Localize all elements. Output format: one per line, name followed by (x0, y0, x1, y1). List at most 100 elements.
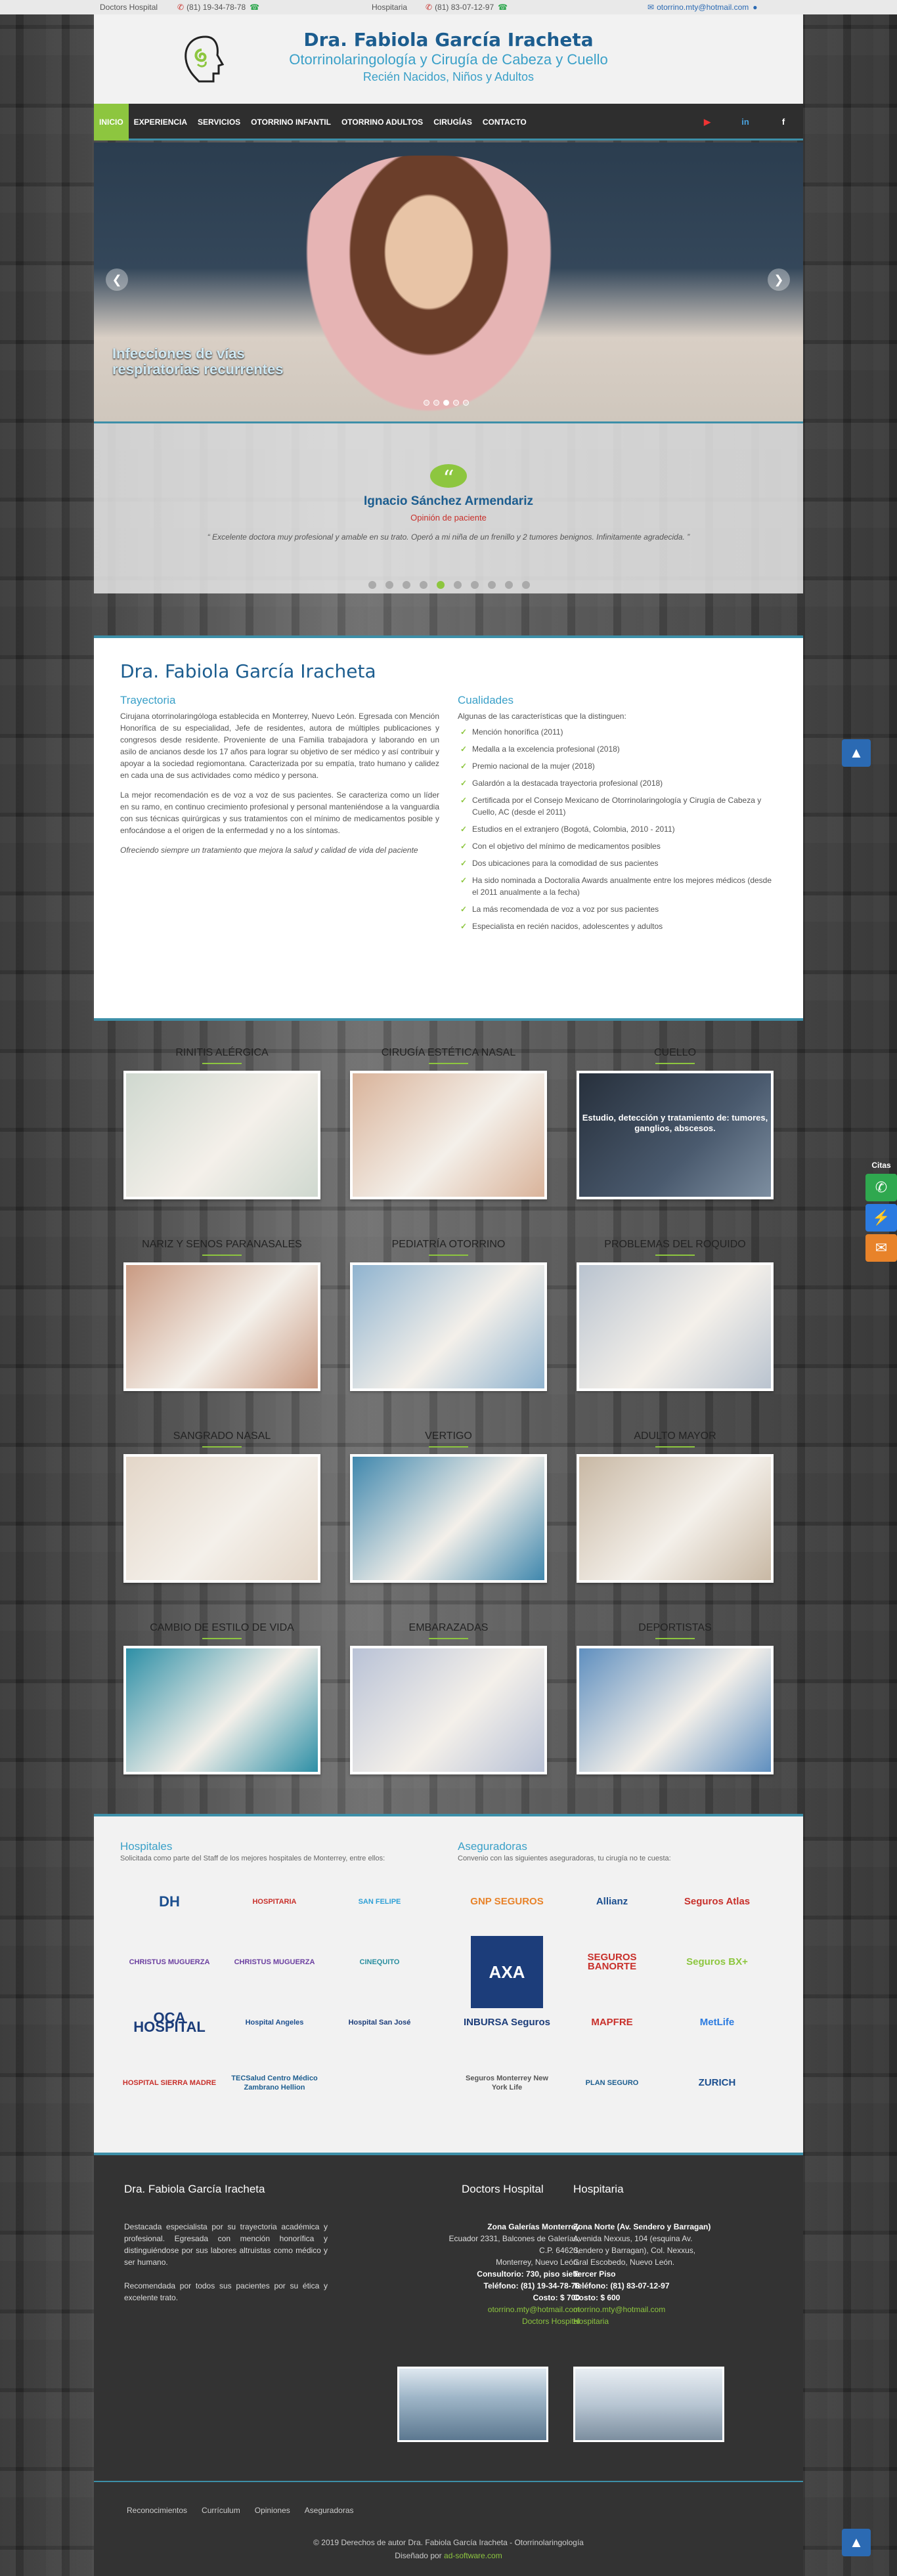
title-underline (202, 1638, 242, 1639)
service-image[interactable] (123, 1646, 320, 1774)
copyright: © 2019 Derechos de autor Dra. Fabiola Ga… (313, 2538, 584, 2560)
linkedin-icon[interactable]: in (736, 114, 755, 130)
scroll-top-button[interactable]: ▲ (842, 739, 871, 767)
service-card[interactable]: RINITIS ALÉRGICA (120, 1021, 324, 1211)
slider-dot[interactable] (443, 400, 449, 406)
nav-experiencia[interactable]: EXPERIENCIA (129, 104, 192, 140)
service-title[interactable]: EMBARAZADAS (347, 1622, 550, 1634)
logo[interactable] (179, 33, 232, 85)
service-card[interactable]: SANGRADO NASAL (120, 1404, 324, 1595)
service-card[interactable]: CAMBIO DE ESTILO DE VIDA (120, 1596, 324, 1786)
service-card[interactable]: PROBLEMAS DEL ROQUIDO (573, 1213, 777, 1403)
service-image[interactable] (577, 1262, 774, 1391)
service-image[interactable] (350, 1071, 547, 1199)
testimonial-dot[interactable] (505, 581, 513, 589)
service-title[interactable]: PROBLEMAS DEL ROQUIDO (573, 1239, 777, 1251)
nav-servicios[interactable]: SERVICIOS (192, 104, 246, 140)
service-image[interactable] (123, 1454, 320, 1583)
cualidades-intro: Algunas de las características que la di… (458, 712, 626, 721)
service-image[interactable] (577, 1646, 774, 1774)
footer-link[interactable]: Hospitaria (573, 2315, 724, 2327)
slider-dot[interactable] (453, 400, 459, 406)
footer-nav-link[interactable]: Currículum (202, 2506, 240, 2515)
testimonial-dot[interactable] (385, 581, 393, 589)
footer-link[interactable]: otorrino.mty@hotmail.com (448, 2304, 580, 2315)
service-card[interactable]: CIRUGÍA ESTÉTICA NASAL (347, 1021, 550, 1211)
service-card[interactable]: CUELLO Estudio, detección y tratamiento d… (573, 1021, 777, 1211)
service-title[interactable]: RINITIS ALÉRGICA (120, 1047, 324, 1059)
service-title[interactable]: NARIZ Y SENOS PARANASALES (120, 1239, 324, 1251)
service-title[interactable]: PEDIATRÍA OTORRINO (347, 1239, 550, 1251)
footer-nav-link[interactable]: Opiniones (255, 2506, 290, 2515)
service-title[interactable]: SANGRADO NASAL (120, 1430, 324, 1442)
quality-item: Ha sido nominada a Doctoralia Awards anu… (458, 874, 777, 898)
service-title[interactable]: CUELLO (573, 1047, 777, 1059)
about-paragraph: La mejor recomendación es de voz a voz d… (120, 790, 439, 835)
footer-link[interactable]: otorrino.mty@hotmail.com (573, 2304, 724, 2315)
top-contact-bar: Doctors Hospital ✆ (81) 19-34-78-78 ☎ Hosp… (0, 0, 897, 14)
testimonial-dot[interactable] (403, 581, 410, 589)
nav-otorrino-adultos[interactable]: OTORRINO ADULTOS (336, 104, 428, 140)
service-image[interactable] (350, 1454, 547, 1583)
service-card[interactable]: DEPORTISTAS (573, 1596, 777, 1786)
whatsapp-icon[interactable]: ☎ (498, 3, 508, 12)
testimonial-dot[interactable] (454, 581, 462, 589)
service-image[interactable] (123, 1262, 320, 1391)
service-image[interactable]: Estudio, detección y tratamiento de: tum… (577, 1071, 774, 1199)
service-card[interactable]: PEDIATRÍA OTORRINO (347, 1213, 550, 1403)
service-image[interactable] (350, 1262, 547, 1391)
service-image[interactable] (350, 1646, 547, 1774)
youtube-icon[interactable]: ▶ (698, 114, 716, 130)
whatsapp-icon[interactable]: ☎ (250, 3, 259, 12)
whatsapp-float-icon[interactable]: ✆ (865, 1174, 897, 1201)
testimonial-dot[interactable] (437, 581, 445, 589)
doctors-hospital-photo (397, 2367, 548, 2442)
facebook-icon[interactable]: f (774, 114, 793, 130)
messenger-float-icon[interactable]: ⚡ (865, 1204, 897, 1232)
phone-doctors-link[interactable]: (81) 19-34-78-78 (186, 3, 246, 12)
footer-nav-link[interactable]: Aseguradoras (305, 2506, 354, 2515)
designer-link[interactable]: ad-software.com (444, 2551, 502, 2560)
testimonial-dot[interactable] (488, 581, 496, 589)
service-title[interactable]: ADULTO MAYOR (573, 1430, 777, 1442)
service-title[interactable]: DEPORTISTAS (573, 1622, 777, 1634)
footer-line: Tercer Piso (573, 2269, 616, 2279)
service-title[interactable]: VERTIGO (347, 1430, 550, 1442)
slide-caption: Infecciones de vías respiratorias recurr… (112, 345, 284, 377)
email-link[interactable]: otorrino.mty@hotmail.com (657, 3, 749, 12)
nav-otorrino-infantil[interactable]: OTORRINO INFANTIL (246, 104, 336, 140)
skype-icon[interactable]: ● (753, 3, 757, 12)
slider-prev-arrow[interactable]: ❮ (106, 268, 128, 291)
service-card[interactable]: ADULTO MAYOR (573, 1404, 777, 1595)
partners-section: Hospitales Solicitada como parte del Sta… (94, 1814, 803, 2155)
footer-nav-link[interactable]: Reconocimientos (127, 2506, 187, 2515)
email-float-icon[interactable]: ✉ (865, 1234, 897, 1262)
testimonial-dot[interactable] (368, 581, 376, 589)
phone-hospitaria-link[interactable]: (81) 83-07-12-97 (435, 3, 494, 12)
nav-contacto[interactable]: CONTACTO (477, 104, 532, 140)
service-card[interactable]: NARIZ Y SENOS PARANASALES (120, 1213, 324, 1403)
service-image[interactable] (123, 1071, 320, 1199)
slider-dot[interactable] (433, 400, 439, 406)
service-card[interactable]: VERTIGO (347, 1404, 550, 1595)
quality-item: Premio nacional de la mujer (2018) (458, 760, 777, 772)
slider-dot[interactable] (424, 400, 429, 406)
doctors-hospital-label: Doctors Hospital (100, 3, 158, 12)
nav-cirugias[interactable]: CIRUGÍAS (428, 104, 477, 140)
slider-dot[interactable] (463, 400, 469, 406)
footer-line: Monterrey, Nuevo León. (496, 2258, 580, 2267)
nav-inicio[interactable]: INICIO (94, 104, 129, 140)
testimonial-dot[interactable] (522, 581, 530, 589)
service-image[interactable] (577, 1454, 774, 1583)
phone-icon: ✆ (177, 3, 185, 12)
service-title[interactable]: CAMBIO DE ESTILO DE VIDA (120, 1622, 324, 1634)
service-title[interactable]: CIRUGÍA ESTÉTICA NASAL (347, 1047, 550, 1059)
footer-link[interactable]: Doctors Hospital (448, 2315, 580, 2327)
slider-next-arrow[interactable]: ❯ (768, 268, 790, 291)
scroll-top-button[interactable]: ▲ (842, 2529, 871, 2556)
testimonial-dot[interactable] (420, 581, 427, 589)
title-underline (202, 1063, 242, 1064)
testimonial-dot[interactable] (471, 581, 479, 589)
service-card[interactable]: EMBARAZADAS (347, 1596, 550, 1786)
quality-item: Con el objetivo del mínimo de medicament… (458, 840, 777, 852)
